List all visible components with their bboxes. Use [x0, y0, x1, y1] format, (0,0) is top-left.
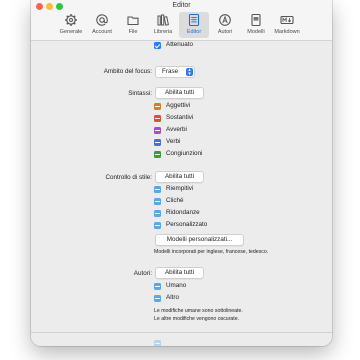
preferences-window: Editor Generale Account File Libreria Ed…: [31, 0, 332, 346]
custom-templates-button[interactable]: Modelli personalizzati...: [155, 234, 244, 246]
umano-label: Umano: [166, 282, 187, 289]
attenuato-checkbox[interactable]: [154, 42, 161, 49]
focus-scope-select[interactable]: Frase ▴ ▾: [155, 66, 195, 78]
riempitivi-label: Riempitivi: [166, 185, 194, 192]
tab-markdown[interactable]: Markdown: [272, 12, 302, 38]
altro-toggle[interactable]: [154, 295, 161, 302]
congiunzioni-toggle[interactable]: [154, 151, 161, 158]
folder-icon: [127, 16, 139, 26]
syntax-enable-all-button[interactable]: Abilita tutti: [155, 87, 204, 99]
ridondanze-toggle[interactable]: [154, 210, 161, 217]
gear-icon: [65, 14, 77, 26]
avverbi-toggle[interactable]: [154, 127, 161, 134]
personalizzato-toggle[interactable]: [154, 222, 161, 229]
authors-note-obscured: Le altre modifiche vengono oscurate.: [154, 316, 240, 322]
riempitivi-toggle[interactable]: [154, 186, 161, 193]
style-note: Modelli incorporati per inglese, frances…: [154, 249, 269, 255]
section-divider: [31, 332, 332, 333]
titlebar: Editor Generale Account File Libreria Ed…: [31, 0, 332, 41]
at-icon: [96, 14, 108, 26]
personalizzato-label: Personalizzato: [166, 221, 208, 228]
partial-toggle: [154, 340, 161, 346]
authors-note-underlined: Le modifiche umane sono sottolineate.: [154, 308, 243, 314]
focus-scope-label: Ambito del focus:: [103, 68, 152, 75]
style-enable-all-button[interactable]: Abilita tutti: [155, 171, 204, 183]
avverbi-label: Avverbi: [166, 126, 187, 133]
cliche-toggle[interactable]: [154, 198, 161, 205]
authors-icon: [219, 14, 231, 26]
aggettivi-toggle[interactable]: [154, 103, 161, 110]
focus-scope-value: Frase: [162, 68, 179, 75]
markdown-icon: [280, 15, 294, 25]
window-title: Editor: [172, 2, 191, 9]
authors-label: Autori:: [133, 270, 152, 277]
aggettivi-label: Aggettivi: [166, 102, 191, 109]
editor-icon: [188, 13, 200, 27]
attenuato-label: Attenuato: [166, 41, 193, 48]
sostantivi-label: Sostantivi: [166, 114, 194, 121]
sostantivi-toggle[interactable]: [154, 115, 161, 122]
editor-settings-panel: Attenuato Ambito del focus: Frase ▴ ▾ Sin…: [31, 41, 332, 346]
verbi-label: Verbi: [166, 138, 181, 145]
umano-toggle[interactable]: [154, 283, 161, 290]
library-icon: [157, 14, 169, 26]
congiunzioni-label: Congiunzioni: [166, 150, 203, 157]
authors-enable-all-button[interactable]: Abilita tutti: [155, 267, 204, 279]
cliche-label: Cliché: [166, 197, 184, 204]
altro-label: Altro: [166, 294, 179, 301]
syntax-label: Sintassi:: [128, 90, 152, 97]
style-check-label: Controllo di stile:: [105, 174, 152, 181]
ridondanze-label: Ridondanze: [166, 209, 200, 216]
verbi-toggle[interactable]: [154, 139, 161, 146]
templates-icon: [251, 13, 261, 27]
chevron-updown-icon: ▴ ▾: [186, 68, 193, 77]
tab-label: Markdown: [274, 29, 300, 35]
